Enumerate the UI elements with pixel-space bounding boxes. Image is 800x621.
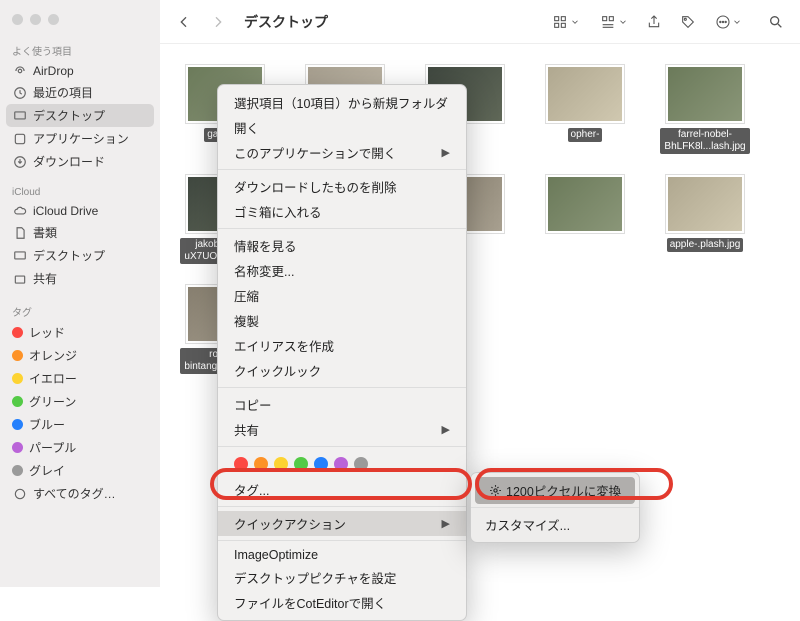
gear-icon <box>489 484 502 497</box>
sidebar-item-airdrop[interactable]: AirDrop <box>0 60 160 81</box>
cloud-icon <box>12 203 27 218</box>
tag-yellow[interactable]: イエロー <box>0 367 160 390</box>
all-tags-icon <box>12 486 27 501</box>
sidebar-item-shared[interactable]: 共有 <box>0 267 160 290</box>
section-tags: タグ <box>0 300 160 321</box>
file-item[interactable]: apple-.plash.jpg <box>660 174 750 264</box>
context-menu: 選択項目（10項目）から新規フォルダ 開く このアプリケーションで開く▶ ダウン… <box>217 84 467 621</box>
sidebar-item-icloud-desktop[interactable]: デスクトップ <box>0 244 160 267</box>
ctx-trash[interactable]: ゴミ箱に入れる <box>218 199 466 224</box>
file-thumbnail <box>665 64 745 124</box>
tag-color-dot[interactable] <box>234 457 248 471</box>
file-item[interactable]: opher- <box>540 64 630 154</box>
sidebar-item-recents[interactable]: 最近の項目 <box>0 81 160 104</box>
ctx-rename[interactable]: 名称変更... <box>218 258 466 283</box>
tag-color-dot[interactable] <box>334 457 348 471</box>
submenu-convert-1200[interactable]: 1200ピクセルに変換 <box>475 477 635 504</box>
ctx-compress[interactable]: 圧縮 <box>218 283 466 308</box>
quick-actions-submenu: 1200ピクセルに変換 カスタマイズ... <box>470 472 640 543</box>
sidebar-item-downloads[interactable]: ダウンロード <box>0 150 160 173</box>
section-icloud: iCloud <box>0 183 160 200</box>
ctx-duplicate[interactable]: 複製 <box>218 308 466 333</box>
sidebar-item-documents[interactable]: 書類 <box>0 221 160 244</box>
ctx-image-optimize[interactable]: ImageOptimize <box>218 545 466 565</box>
view-mode-button[interactable] <box>546 12 584 32</box>
file-name: farrel-nobel-BhLFK8l...lash.jpg <box>660 128 750 154</box>
ctx-alias[interactable]: エイリアスを作成 <box>218 333 466 358</box>
ctx-quick-actions[interactable]: クイックアクション▶ <box>218 511 466 536</box>
tag-dot-icon <box>12 465 23 476</box>
ctx-copy[interactable]: コピー <box>218 392 466 417</box>
tag-color-dot[interactable] <box>274 457 288 471</box>
file-thumbnail <box>545 64 625 124</box>
ctx-open-with[interactable]: このアプリケーションで開く▶ <box>218 140 466 165</box>
tag-dot-icon <box>12 373 23 384</box>
tag-color-dot[interactable] <box>254 457 268 471</box>
location-title: デスクトップ <box>244 12 328 32</box>
tag-dot-icon <box>12 396 23 407</box>
ctx-info[interactable]: 情報を見る <box>218 233 466 258</box>
more-button[interactable] <box>710 12 746 32</box>
tag-gray[interactable]: グレイ <box>0 459 160 482</box>
group-button[interactable] <box>594 12 632 32</box>
tag-button[interactable] <box>676 12 700 32</box>
chevron-right-icon: ▶ <box>442 517 450 530</box>
desktop-icon <box>12 108 27 123</box>
file-name: opher- <box>568 128 603 142</box>
tag-dot-icon <box>12 442 23 453</box>
max-dot[interactable] <box>48 14 59 25</box>
file-thumbnail <box>665 174 745 234</box>
file-item[interactable] <box>540 174 630 264</box>
sidebar-item-desktop[interactable]: デスクトップ <box>6 104 154 127</box>
tag-color-dot[interactable] <box>314 457 328 471</box>
tag-orange[interactable]: オレンジ <box>0 344 160 367</box>
shared-icon <box>12 271 27 286</box>
tag-dot-icon <box>12 327 23 338</box>
sidebar-item-apps[interactable]: アプリケーション <box>0 127 160 150</box>
tag-color-dot[interactable] <box>294 457 308 471</box>
share-button[interactable] <box>642 12 666 32</box>
ctx-open-coteditor[interactable]: ファイルをCotEditorで開く <box>218 590 466 615</box>
search-button[interactable] <box>764 12 788 32</box>
min-dot[interactable] <box>30 14 41 25</box>
clock-icon <box>12 85 27 100</box>
back-button[interactable] <box>172 12 196 32</box>
chevron-right-icon: ▶ <box>442 423 450 436</box>
tag-color-dot[interactable] <box>354 457 368 471</box>
doc-icon <box>12 225 27 240</box>
ctx-open[interactable]: 開く <box>218 115 466 140</box>
sidebar-item-icloud-drive[interactable]: iCloud Drive <box>0 200 160 221</box>
section-favorites: よく使う項目 <box>0 39 160 60</box>
ctx-share[interactable]: 共有▶ <box>218 417 466 442</box>
toolbar: デスクトップ <box>160 0 800 44</box>
ctx-remove-download[interactable]: ダウンロードしたものを削除 <box>218 174 466 199</box>
sidebar: よく使う項目 AirDrop 最近の項目 デスクトップ アプリケーション ダウン… <box>0 0 160 587</box>
ctx-set-desktop[interactable]: デスクトップピクチャを設定 <box>218 565 466 590</box>
desktop-icon <box>12 248 27 263</box>
app-icon <box>12 131 27 146</box>
tag-dot-icon <box>12 419 23 430</box>
airdrop-icon <box>12 63 27 78</box>
tag-blue[interactable]: ブルー <box>0 413 160 436</box>
download-icon <box>12 154 27 169</box>
chevron-right-icon: ▶ <box>442 146 450 159</box>
file-item[interactable]: farrel-nobel-BhLFK8l...lash.jpg <box>660 64 750 154</box>
file-thumbnail <box>545 174 625 234</box>
tag-red[interactable]: レッド <box>0 321 160 344</box>
submenu-customize[interactable]: カスタマイズ... <box>471 511 639 538</box>
traffic-lights <box>0 8 160 39</box>
tag-purple[interactable]: パープル <box>0 436 160 459</box>
forward-button[interactable] <box>206 12 230 32</box>
ctx-new-folder[interactable]: 選択項目（10項目）から新規フォルダ <box>218 90 466 115</box>
ctx-quicklook[interactable]: クイックルック <box>218 358 466 383</box>
ctx-tags[interactable]: タグ... <box>218 477 466 502</box>
tag-dot-icon <box>12 350 23 361</box>
file-name: apple-.plash.jpg <box>667 238 744 252</box>
ctx-tag-colors <box>218 451 466 477</box>
tag-all[interactable]: すべてのタグ… <box>0 482 160 505</box>
tag-green[interactable]: グリーン <box>0 390 160 413</box>
close-dot[interactable] <box>12 14 23 25</box>
